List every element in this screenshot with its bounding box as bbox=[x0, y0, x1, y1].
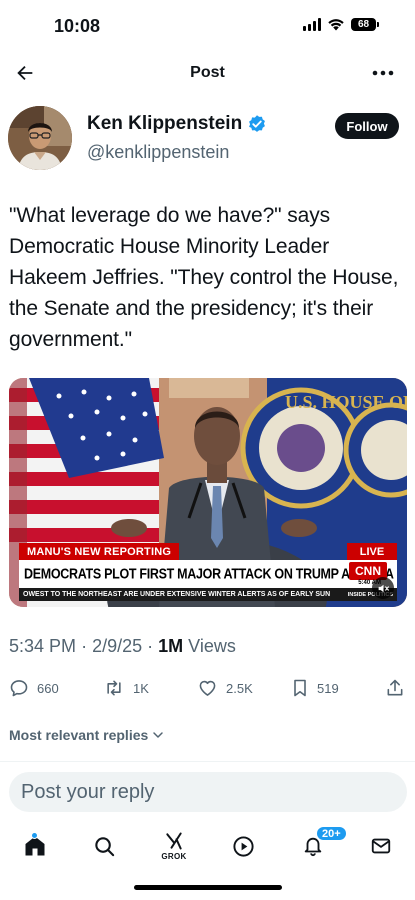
tab-grok[interactable]: GROK bbox=[152, 824, 196, 868]
reply-input[interactable]: Post your reply bbox=[9, 772, 407, 812]
volume-off-icon bbox=[378, 584, 389, 592]
post-actions: 660 1K 2.5K 519 bbox=[9, 674, 407, 702]
author-name[interactable]: Ken Klippenstein bbox=[87, 113, 267, 135]
bottom-tab-bar: GROK 20+ bbox=[0, 824, 415, 868]
replies-sort-dropdown[interactable]: Most relevant replies bbox=[9, 727, 164, 743]
bookmark-count: 519 bbox=[317, 680, 339, 696]
like-button[interactable]: 2.5K bbox=[197, 674, 253, 702]
home-indicator[interactable] bbox=[134, 885, 282, 890]
reply-icon bbox=[10, 680, 28, 697]
share-icon bbox=[387, 679, 403, 696]
repost-icon bbox=[107, 680, 121, 696]
battery-level: 68 bbox=[351, 18, 376, 31]
verified-badge-icon bbox=[249, 115, 266, 132]
home-notification-dot bbox=[31, 832, 38, 839]
wifi-icon bbox=[328, 19, 344, 31]
tab-home[interactable] bbox=[13, 824, 57, 868]
news-ticker: OWEST TO THE NORTHEAST ARE UNDER EXTENSI… bbox=[19, 588, 397, 601]
tab-messages[interactable] bbox=[359, 824, 403, 868]
repost-button[interactable]: 1K bbox=[103, 674, 149, 702]
tab-notifications[interactable]: 20+ bbox=[291, 824, 348, 868]
ticker-text: OWEST TO THE NORTHEAST ARE UNDER EXTENSI… bbox=[23, 591, 331, 598]
status-time: 10:08 bbox=[54, 16, 101, 36]
replies-sort-label: Most relevant replies bbox=[9, 727, 149, 743]
cellular-signal-icon bbox=[303, 18, 321, 31]
notifications-badge: 20+ bbox=[315, 825, 348, 842]
bookmark-button[interactable]: 519 bbox=[291, 674, 339, 702]
views-label: Views bbox=[188, 636, 236, 656]
chyron-tag: MANU'S NEW REPORTING bbox=[19, 543, 180, 560]
follow-button[interactable]: Follow bbox=[335, 113, 399, 139]
grok-icon bbox=[166, 832, 182, 850]
battery-icon: 68 bbox=[351, 18, 379, 31]
chyron-headline-bar: DEMOCRATS PLOT FIRST MAJOR ATTACK ON TRU… bbox=[19, 560, 397, 588]
mute-button[interactable] bbox=[372, 577, 394, 599]
tab-video[interactable] bbox=[221, 824, 265, 868]
post-header: Post bbox=[0, 56, 415, 92]
author-name-text: Ken Klippenstein bbox=[87, 113, 243, 134]
status-icons: 68 bbox=[303, 18, 379, 31]
chevron-down-icon bbox=[153, 732, 164, 738]
reply-button[interactable]: 660 bbox=[9, 674, 59, 702]
grok-label: GROK bbox=[161, 852, 187, 861]
like-count: 2.5K bbox=[226, 680, 253, 696]
views-count[interactable]: 1M bbox=[158, 636, 183, 656]
author-handle[interactable]: @kenklippenstein bbox=[87, 142, 229, 163]
reply-count: 660 bbox=[37, 680, 59, 696]
chyron-headline: DEMOCRATS PLOT FIRST MAJOR ATTACK ON TRU… bbox=[24, 565, 394, 583]
post-meta: 5:34 PM · 2/9/25 · 1M Views bbox=[9, 636, 236, 656]
tab-search[interactable] bbox=[82, 824, 126, 868]
post-text: "What leverage do we have?" says Democra… bbox=[9, 204, 399, 351]
svg-text:U.S. HOUSE OF: U.S. HOUSE OF bbox=[285, 392, 407, 412]
more-horizontal-icon bbox=[372, 70, 394, 76]
post-time: 5:34 PM bbox=[9, 636, 77, 656]
reply-placeholder: Post your reply bbox=[21, 780, 155, 803]
page-title: Post bbox=[190, 64, 225, 81]
search-icon bbox=[94, 836, 114, 856]
avatar[interactable] bbox=[8, 106, 72, 170]
post-date: 2/9/25 bbox=[92, 636, 143, 656]
more-options-button[interactable] bbox=[369, 60, 397, 86]
live-badge: LIVE bbox=[347, 543, 397, 560]
divider bbox=[0, 761, 415, 762]
mail-icon bbox=[371, 838, 391, 854]
status-bar: 10:08 68 bbox=[0, 0, 415, 56]
bookmark-icon bbox=[294, 679, 306, 697]
repost-count: 1K bbox=[133, 680, 149, 696]
share-button[interactable] bbox=[385, 674, 405, 702]
post-author: Ken Klippenstein @kenklippenstein Follow bbox=[8, 106, 407, 170]
play-circle-icon bbox=[232, 835, 254, 857]
post-media-video[interactable]: U.S. HOUSE OF MANU'S NEW REPORTING LIVE … bbox=[9, 378, 407, 607]
heart-icon bbox=[199, 680, 216, 696]
